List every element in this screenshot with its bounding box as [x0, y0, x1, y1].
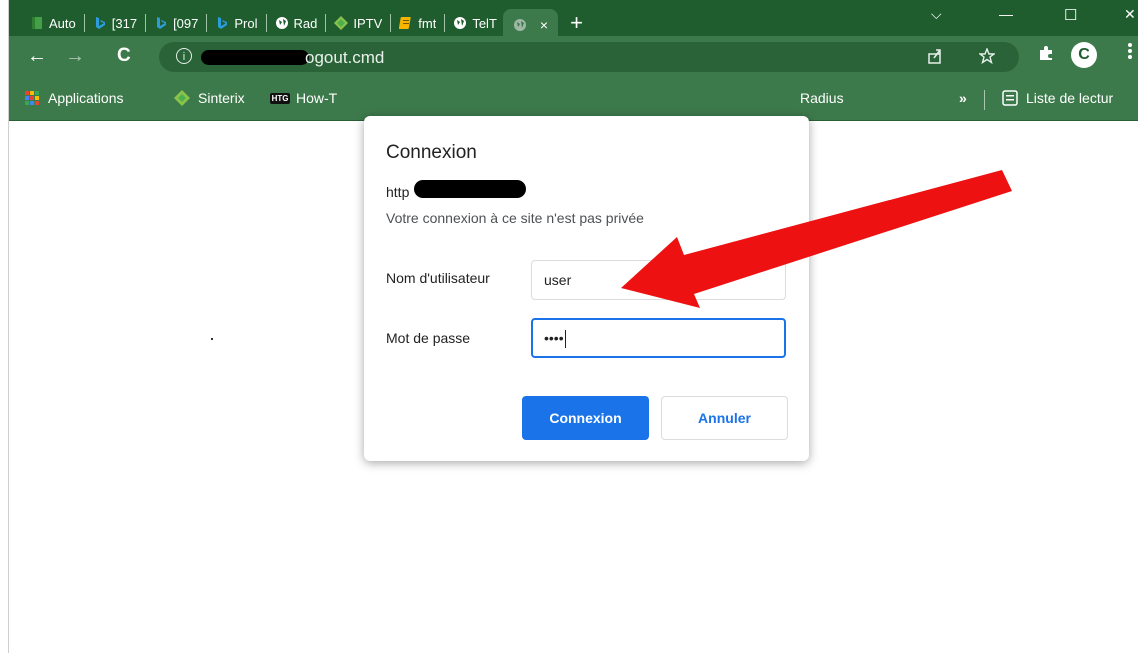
tab-3[interactable]: [097 — [148, 9, 204, 37]
reload-button[interactable]: C — [117, 45, 131, 67]
bookmark-applications[interactable]: Applications — [24, 90, 124, 106]
tab-label: Rad — [293, 15, 318, 31]
password-field[interactable]: •••• — [531, 318, 786, 358]
tab-label: [317 — [111, 15, 138, 31]
tab-label: Prol — [234, 15, 258, 31]
bookmark-radius[interactable]: Radius — [800, 90, 844, 106]
tab-4[interactable]: Prol — [209, 9, 263, 37]
reading-list-icon — [1002, 90, 1018, 106]
forward-button[interactable]: → — [65, 45, 85, 68]
extensions-puzzle-icon[interactable] — [1037, 44, 1055, 67]
bing-icon — [154, 16, 168, 30]
new-tab-button[interactable]: + — [570, 9, 583, 37]
globe-icon — [275, 16, 289, 30]
tab-search-dropdown-icon[interactable]: ⌵ — [931, 6, 942, 23]
bookmark-label: How-T — [296, 90, 338, 106]
htg-icon: HTG — [269, 92, 291, 104]
password-value: •••• — [544, 330, 564, 346]
bookmarks-bar: Applications Sinterix HTG How-T Radius »… — [9, 78, 1138, 121]
tab-label: IPTV — [353, 15, 383, 31]
share-icon[interactable] — [927, 48, 943, 68]
username-label: Nom d'utilisateur — [386, 270, 490, 286]
tab-separator — [325, 14, 327, 32]
reading-list-label: Liste de lectur — [1026, 90, 1114, 106]
bookmark-star-icon[interactable] — [977, 47, 997, 68]
login-dialog: Connexion http Votre connexion à ce site… — [364, 116, 809, 461]
apps-grid-icon — [24, 90, 40, 106]
redacted-host — [414, 180, 526, 198]
bookmark-how-to[interactable]: HTG How-T — [269, 90, 338, 106]
page-dot — [211, 338, 213, 340]
tab-separator — [444, 14, 446, 32]
globe-icon — [513, 18, 527, 32]
redacted-url — [201, 50, 309, 65]
username-value: user — [544, 272, 572, 288]
password-label: Mot de passe — [386, 330, 471, 346]
sinterix-icon — [334, 16, 349, 30]
title-bar: Auto [317 [097 Prol Rad IPTV fmt TelT × … — [9, 0, 1138, 41]
tab-7[interactable]: fmt — [393, 9, 442, 37]
tab-label: TelT — [472, 15, 497, 31]
bookmark-sinterix[interactable]: Sinterix — [174, 90, 245, 106]
tab-separator — [265, 14, 267, 32]
notebook-icon — [399, 16, 413, 30]
tab-5[interactable]: Rad — [269, 9, 324, 37]
bing-icon — [215, 16, 229, 30]
tab-label: [097 — [173, 15, 199, 31]
bookmark-label: Applications — [48, 90, 124, 106]
tab-separator — [390, 14, 392, 32]
bookmark-label: Sinterix — [198, 90, 245, 106]
bookmark-label: Radius — [800, 90, 844, 106]
maximize-button[interactable]: ☐ — [1064, 6, 1077, 24]
tab-8[interactable]: TelT — [447, 9, 503, 37]
menu-dots-icon[interactable] — [1127, 42, 1133, 65]
browser-window: Auto [317 [097 Prol Rad IPTV fmt TelT × … — [8, 0, 1138, 653]
dialog-host: http — [386, 184, 410, 200]
back-button[interactable]: ← — [27, 45, 47, 68]
dialog-title: Connexion — [386, 142, 477, 163]
close-window-button[interactable]: ✕ — [1124, 6, 1136, 23]
toolbar: ← → C i ogout.cmd C — [9, 36, 1138, 78]
connexion-button[interactable]: Connexion — [522, 396, 649, 440]
tab-6[interactable]: IPTV — [328, 9, 388, 37]
reading-list-button[interactable]: Liste de lectur — [1002, 90, 1113, 106]
tab-separator — [206, 14, 208, 32]
globe-icon — [453, 16, 467, 30]
minimize-button[interactable]: — — [999, 6, 1013, 22]
sinterix-icon — [174, 90, 190, 106]
cancel-button[interactable]: Annuler — [661, 396, 788, 440]
tab-strip: Auto [317 [097 Prol Rad IPTV fmt TelT × … — [24, 8, 583, 41]
username-field[interactable]: user — [531, 260, 786, 300]
url-text[interactable]: ogout.cmd — [305, 48, 384, 68]
bookmarks-overflow-button[interactable]: » — [959, 90, 967, 106]
green-book-icon — [30, 16, 44, 30]
site-info-icon[interactable]: i — [176, 48, 192, 64]
tab-label: fmt — [418, 15, 437, 31]
window-edge — [0, 0, 8, 653]
tab-2[interactable]: [317 — [87, 9, 143, 37]
address-bar[interactable]: i ogout.cmd — [159, 42, 1019, 72]
profile-avatar[interactable]: C — [1071, 42, 1097, 68]
tab-1[interactable]: Auto — [24, 9, 82, 37]
tab-label: Auto — [49, 15, 76, 31]
bookmarks-divider — [984, 90, 985, 110]
tab-separator — [145, 14, 147, 32]
text-caret — [564, 330, 566, 349]
bing-icon — [93, 16, 107, 30]
tab-separator — [83, 14, 85, 32]
close-tab-icon[interactable]: × — [540, 17, 548, 33]
privacy-warning: Votre connexion à ce site n'est pas priv… — [386, 210, 644, 226]
